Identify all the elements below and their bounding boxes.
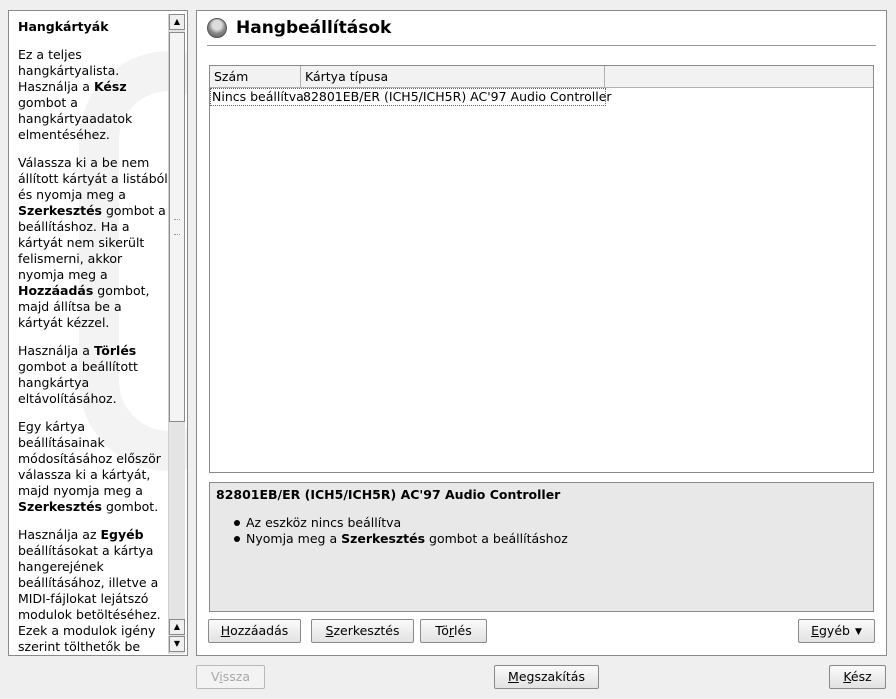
arrow-up-icon[interactable]: ▲ bbox=[169, 619, 185, 635]
cancel-button[interactable]: Megszakítás bbox=[494, 665, 599, 689]
table-row[interactable]: Nincs beállítva 82801EB/ER (ICH5/ICH5R) … bbox=[210, 88, 612, 106]
delete-button[interactable]: Törlés bbox=[420, 619, 487, 643]
card-info-item: Nyomja meg a Szerkesztés gombot a beállí… bbox=[234, 531, 867, 547]
card-info-item: Az eszköz nincs beállítva bbox=[234, 515, 867, 531]
help-paragraph: Használja a Törlés gombot a beállított h… bbox=[18, 343, 138, 406]
help-panel: Hangkártyák Ez a teljes hangkártyalista.… bbox=[8, 10, 188, 656]
card-info-box: 82801EB/ER (ICH5/ICH5R) AC'97 Audio Cont… bbox=[209, 482, 874, 612]
caret-down-icon: ▼ bbox=[854, 627, 862, 637]
cell-card-type: 82801EB/ER (ICH5/ICH5R) AC'97 Audio Cont… bbox=[303, 89, 612, 104]
page-title: Hangbeállítások bbox=[236, 18, 392, 38]
help-text: Hangkártyák Ez a teljes hangkártyalista.… bbox=[9, 11, 172, 655]
add-button[interactable]: Hozzáadás bbox=[208, 619, 301, 643]
title-divider bbox=[207, 45, 876, 46]
help-paragraph: Ez a teljes hangkártyalista. Használja a… bbox=[18, 47, 133, 142]
ok-button[interactable]: Kész bbox=[829, 665, 886, 689]
more-button[interactable]: Egyéb ▼ bbox=[798, 619, 875, 643]
column-header-filler bbox=[605, 66, 873, 87]
arrow-up-icon[interactable]: ▲ bbox=[169, 14, 185, 30]
help-paragraph: Válassza ki a be nem állított kártyát a … bbox=[18, 155, 168, 330]
card-info-title: 82801EB/ER (ICH5/ICH5R) AC'97 Audio Cont… bbox=[216, 487, 561, 502]
sound-card-table[interactable]: Szám Kártya típusa Nincs beállítva 82801… bbox=[209, 65, 874, 473]
back-button[interactable]: Vissza bbox=[196, 665, 265, 689]
grip-icon bbox=[174, 219, 180, 235]
disk-icon bbox=[207, 18, 227, 38]
column-header-card-type[interactable]: Kártya típusa bbox=[301, 66, 605, 87]
arrow-down-icon[interactable]: ▼ bbox=[169, 636, 185, 652]
main-header: Hangbeállítások bbox=[207, 15, 391, 41]
cell-number: Nincs beállítva bbox=[212, 89, 304, 104]
help-paragraph: Egy kártya beállításainak módosításához … bbox=[18, 419, 161, 514]
edit-button[interactable]: Szerkesztés bbox=[311, 619, 414, 643]
card-info-list: Az eszköz nincs beállítva Nyomja meg a Sz… bbox=[216, 515, 867, 547]
more-button-label: Egyéb bbox=[811, 623, 850, 638]
help-scrollbar[interactable]: ▲ ▲ ▼ bbox=[168, 14, 185, 654]
help-paragraph: Használja az Egyéb beállításokat a kárty… bbox=[18, 527, 161, 654]
help-scrollbar-thumb[interactable] bbox=[169, 32, 185, 422]
main-panel: Hangbeállítások Szám Kártya típusa Nincs… bbox=[196, 10, 887, 656]
column-header-number[interactable]: Szám bbox=[210, 66, 301, 87]
table-header: Szám Kártya típusa bbox=[210, 66, 873, 88]
help-title: Hangkártyák bbox=[18, 19, 109, 34]
